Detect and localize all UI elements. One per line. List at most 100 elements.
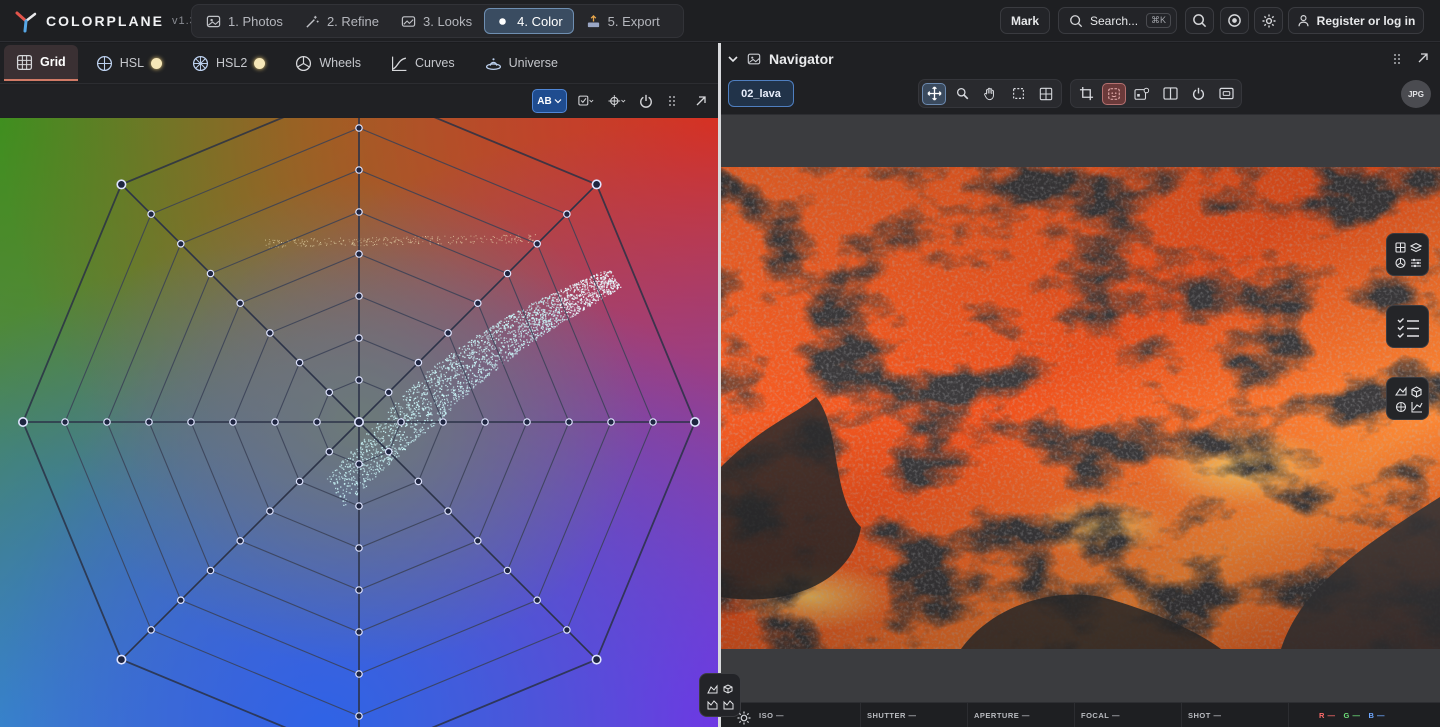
chevron-down-icon[interactable] <box>727 53 739 65</box>
grid-node[interactable] <box>116 654 127 665</box>
color-grid-svg[interactable] <box>0 118 718 727</box>
tab-hsl[interactable]: HSL <box>84 45 174 81</box>
marquee-tool-button[interactable] <box>1006 83 1030 105</box>
grid-node[interactable] <box>565 418 573 426</box>
grid-node[interactable] <box>439 418 447 426</box>
step-export[interactable]: 5. Export <box>576 8 670 34</box>
scope-mini-dock[interactable] <box>699 673 741 717</box>
frame-button[interactable] <box>1214 83 1238 105</box>
grid-overlay-button[interactable] <box>1034 83 1058 105</box>
grid-node[interactable] <box>266 329 274 337</box>
grid-node[interactable] <box>355 460 363 468</box>
tab-wheels[interactable]: Wheels <box>283 45 373 81</box>
grid-node[interactable] <box>384 388 393 397</box>
grid-node[interactable] <box>444 507 452 515</box>
grid-node[interactable] <box>206 269 215 278</box>
tab-grid[interactable]: Grid <box>4 45 78 81</box>
settings-button[interactable] <box>1254 7 1283 34</box>
lava-photo[interactable] <box>721 167 1440 649</box>
grid-node[interactable] <box>355 208 363 216</box>
step-refine[interactable]: 2. Refine <box>295 8 389 34</box>
target-button[interactable] <box>1220 7 1249 34</box>
grid-node[interactable] <box>355 124 363 132</box>
grid-node[interactable] <box>414 477 423 486</box>
grid-node[interactable] <box>384 447 393 456</box>
grid-node[interactable] <box>236 299 245 308</box>
power-toggle-button[interactable] <box>1186 83 1210 105</box>
register-button[interactable]: Register or log in <box>1288 7 1424 34</box>
tab-curves[interactable]: Curves <box>379 45 467 81</box>
brightness-icon[interactable] <box>736 710 752 726</box>
hand-tool-button[interactable] <box>978 83 1002 105</box>
popout-button[interactable] <box>692 89 710 113</box>
grid-node[interactable] <box>473 536 482 545</box>
brand[interactable]: COLORPLANE v1.3 <box>14 8 197 34</box>
crosshair-menu-button[interactable] <box>605 89 629 113</box>
crop-tool-button[interactable] <box>1074 83 1098 105</box>
grid-node[interactable] <box>187 418 195 426</box>
scopes-dock[interactable] <box>1386 377 1429 420</box>
search-button[interactable] <box>1185 7 1214 34</box>
checklist-dock[interactable] <box>1386 305 1429 348</box>
grid-node[interactable] <box>533 240 541 248</box>
grid-node[interactable] <box>481 418 489 426</box>
grid-node[interactable] <box>473 299 482 308</box>
step-photos[interactable]: 1. Photos <box>196 8 293 34</box>
grid-node[interactable] <box>355 292 363 300</box>
layers-dock[interactable] <box>1386 233 1429 276</box>
grid-node[interactable] <box>591 179 602 190</box>
grid-node[interactable] <box>355 628 363 636</box>
grid-node[interactable] <box>147 626 155 634</box>
grid-node[interactable] <box>563 626 571 634</box>
grid-node[interactable] <box>563 210 571 218</box>
grid-node[interactable] <box>355 250 363 258</box>
color-grid-canvas[interactable] <box>0 118 718 727</box>
grid-node[interactable] <box>325 447 334 456</box>
compare-tool-button[interactable] <box>1130 83 1154 105</box>
grid-node[interactable] <box>591 654 602 665</box>
grid-node[interactable] <box>689 416 700 427</box>
grid-node[interactable] <box>266 507 274 515</box>
tab-hsl2[interactable]: HSL2 <box>180 45 277 81</box>
grid-node[interactable] <box>355 712 363 720</box>
grid-node[interactable] <box>147 210 155 218</box>
grid-node[interactable] <box>295 358 304 367</box>
ab-compare-button[interactable]: AB <box>532 89 567 113</box>
arrow-up-right-icon[interactable] <box>1417 52 1429 64</box>
grid-node[interactable] <box>17 416 28 427</box>
tab-universe[interactable]: Universe <box>473 45 570 81</box>
grid-node[interactable] <box>145 418 153 426</box>
grid-node[interactable] <box>61 418 69 426</box>
power-button[interactable] <box>636 89 656 113</box>
grid-node[interactable] <box>355 334 363 342</box>
grid-node[interactable] <box>229 418 237 426</box>
grid-node[interactable] <box>271 418 279 426</box>
grid-node[interactable] <box>355 586 363 594</box>
grid-node[interactable] <box>206 566 215 575</box>
grid-node[interactable] <box>414 358 423 367</box>
grid-node[interactable] <box>397 418 405 426</box>
grid-node[interactable] <box>607 418 615 426</box>
split-view-button[interactable] <box>1158 83 1182 105</box>
grid-node[interactable] <box>355 376 363 384</box>
drag-dots-icon[interactable] <box>1393 53 1401 65</box>
grid-node[interactable] <box>236 536 245 545</box>
grid-node[interactable] <box>177 596 185 604</box>
grid-node[interactable] <box>355 670 363 678</box>
grid-node[interactable] <box>353 416 364 427</box>
step-looks[interactable]: 3. Looks <box>391 8 482 34</box>
grid-node[interactable] <box>503 269 512 278</box>
grid-node[interactable] <box>355 544 363 552</box>
image-name-chip[interactable]: 02_lava <box>728 80 794 107</box>
mark-button[interactable]: Mark <box>1000 7 1050 34</box>
grid-node[interactable] <box>444 329 452 337</box>
grid-node[interactable] <box>103 418 111 426</box>
grid-node[interactable] <box>295 477 304 486</box>
grid-node[interactable] <box>503 566 512 575</box>
drag-handle[interactable] <box>664 89 680 113</box>
grid-node[interactable] <box>177 240 185 248</box>
search-input[interactable]: Search... ⌘K <box>1058 7 1177 34</box>
grid-node[interactable] <box>649 418 657 426</box>
face-tool-button[interactable] <box>1102 82 1126 105</box>
grid-node[interactable] <box>355 166 363 174</box>
